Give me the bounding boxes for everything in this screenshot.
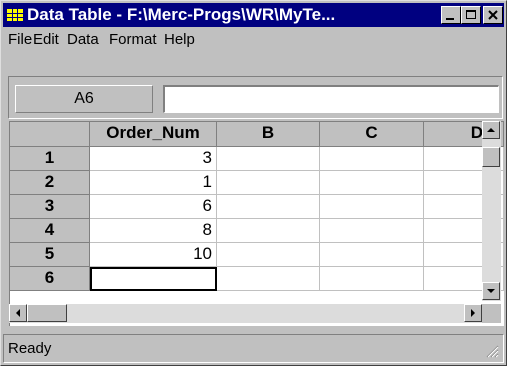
- grid-cell[interactable]: [217, 243, 320, 267]
- grid-cell[interactable]: 10: [90, 243, 217, 267]
- scroll-down-icon: [487, 289, 495, 293]
- resize-grip-icon[interactable]: [485, 344, 499, 358]
- selected-cell[interactable]: [90, 267, 217, 291]
- menu-format[interactable]: Format: [109, 31, 157, 49]
- formula-input[interactable]: [163, 85, 499, 113]
- title-bar[interactable]: Data Table - F:\Merc-Progs\WR\MyTe...: [3, 3, 504, 27]
- grid-cell[interactable]: [320, 195, 424, 219]
- grid-cell[interactable]: 8: [90, 219, 217, 243]
- menu-data[interactable]: Data: [67, 31, 99, 49]
- table-icon: [7, 9, 23, 21]
- scrollbar-corner: [482, 304, 501, 323]
- corner-header[interactable]: [10, 122, 90, 147]
- maximize-button[interactable]: [461, 6, 481, 24]
- grid-cell[interactable]: [320, 267, 424, 291]
- scroll-left-icon: [16, 309, 20, 317]
- close-button[interactable]: [483, 6, 503, 24]
- cell-reference-box[interactable]: A6: [15, 85, 153, 113]
- grid-cell[interactable]: [217, 195, 320, 219]
- scroll-right-button[interactable]: [464, 304, 482, 322]
- row-header[interactable]: 1: [10, 147, 90, 171]
- column-header-c[interactable]: C: [320, 122, 424, 147]
- column-header-b[interactable]: B: [217, 122, 320, 147]
- maximize-icon: [466, 10, 476, 19]
- grid-cell[interactable]: [217, 147, 320, 171]
- grid-cell[interactable]: [217, 267, 320, 291]
- vertical-scroll-thumb[interactable]: [482, 147, 500, 167]
- vertical-scrollbar[interactable]: [482, 121, 501, 301]
- status-bar: Ready: [3, 334, 504, 363]
- menu-bar: File Edit Data Format Help: [3, 29, 504, 51]
- scroll-right-icon: [471, 309, 475, 317]
- menu-file[interactable]: File: [8, 31, 32, 49]
- grid-cell[interactable]: 6: [90, 195, 217, 219]
- grid-cell[interactable]: [320, 147, 424, 171]
- grid-cell[interactable]: [320, 219, 424, 243]
- grid-cell[interactable]: [320, 171, 424, 195]
- row-header[interactable]: 2: [10, 171, 90, 195]
- grid-cell[interactable]: [217, 171, 320, 195]
- menu-edit[interactable]: Edit: [33, 31, 59, 49]
- grid-cell[interactable]: 3: [90, 147, 217, 171]
- window-title: Data Table - F:\Merc-Progs\WR\MyTe...: [27, 5, 336, 24]
- minimize-button[interactable]: [441, 6, 461, 24]
- row-header[interactable]: 3: [10, 195, 90, 219]
- status-text: Ready: [8, 340, 52, 357]
- scroll-up-icon: [487, 128, 495, 132]
- scroll-up-button[interactable]: [482, 121, 500, 139]
- minimize-icon: [446, 18, 454, 20]
- row-header[interactable]: 6: [10, 267, 90, 291]
- grid-cell[interactable]: [217, 219, 320, 243]
- row-header[interactable]: 4: [10, 219, 90, 243]
- scroll-left-button[interactable]: [9, 304, 27, 322]
- close-icon: [488, 10, 498, 20]
- grid-cell[interactable]: 1: [90, 171, 217, 195]
- data-grid: Order_Num B C D 1 3 2 1 3 6 4 8 5 10 6: [9, 121, 504, 326]
- scroll-down-button[interactable]: [482, 282, 500, 300]
- row-header[interactable]: 5: [10, 243, 90, 267]
- data-table-window: Data Table - F:\Merc-Progs\WR\MyTe... Fi…: [0, 0, 507, 366]
- menu-help[interactable]: Help: [164, 31, 195, 49]
- column-header-a[interactable]: Order_Num: [90, 122, 217, 147]
- horizontal-scrollbar[interactable]: [9, 304, 482, 323]
- horizontal-scroll-thumb[interactable]: [27, 304, 67, 322]
- grid-cell[interactable]: [320, 243, 424, 267]
